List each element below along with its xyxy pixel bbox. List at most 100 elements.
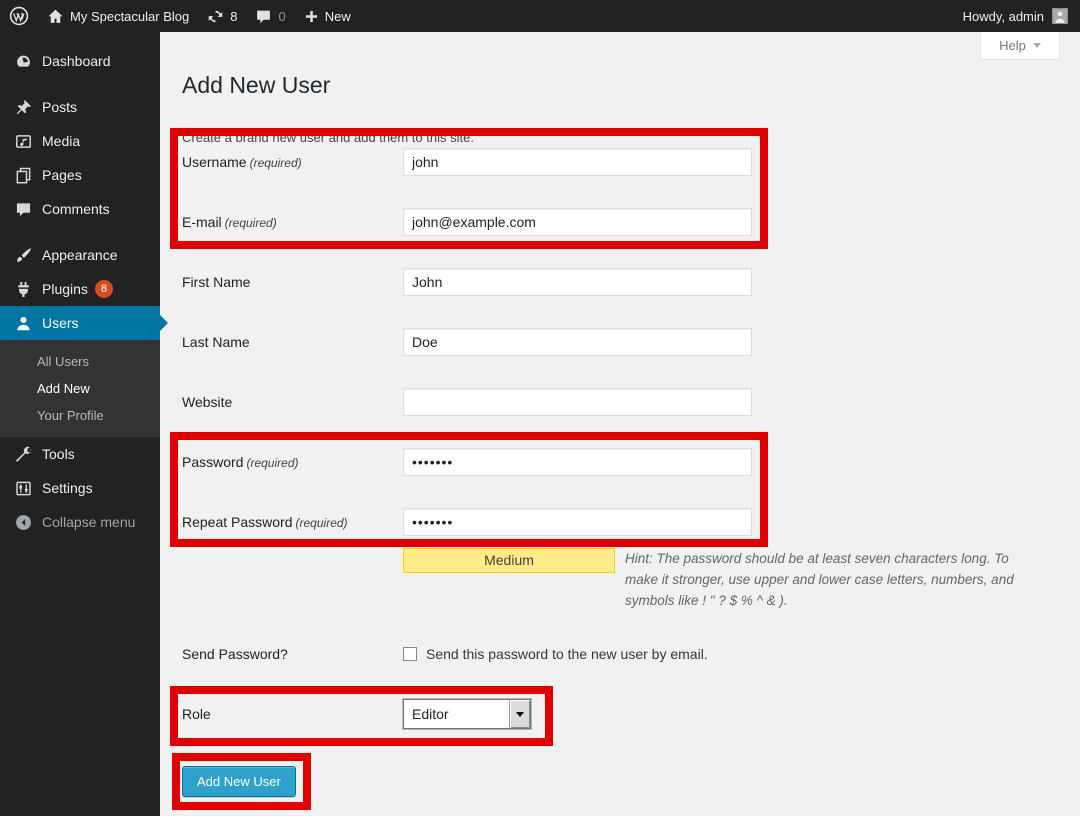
- password-label: Password(required): [182, 454, 403, 470]
- form-row-last-name: Last Name: [182, 312, 1030, 372]
- comment-bubble-icon: [255, 8, 272, 25]
- home-icon: [47, 8, 64, 25]
- my-account-menu[interactable]: Howdy, admin: [954, 0, 1044, 32]
- collapse-menu-button[interactable]: Collapse menu: [0, 505, 160, 539]
- collapse-arrow-icon: [13, 514, 33, 531]
- role-selected-value: Editor: [404, 706, 509, 722]
- repeat-password-field[interactable]: [403, 508, 752, 536]
- form-row-first-name: First Name: [182, 252, 1030, 312]
- role-select-arrow-button[interactable]: [509, 700, 530, 728]
- chevron-down-icon: [516, 712, 524, 717]
- send-password-label: Send Password?: [182, 646, 403, 662]
- sidebar-label: Settings: [42, 480, 93, 496]
- sidebar-label: Comments: [42, 201, 110, 217]
- plus-icon: [304, 9, 319, 24]
- form-row-website: Website: [182, 372, 1030, 432]
- wrench-icon: [13, 446, 33, 463]
- sidebar-item-dashboard[interactable]: Dashboard: [0, 44, 160, 78]
- help-label: Help: [999, 38, 1026, 53]
- sidebar-label: Users: [42, 315, 79, 331]
- add-user-form: Username(required) E-mail(required) Firs…: [182, 132, 1030, 797]
- dashboard-icon: [13, 53, 33, 70]
- submenu-your-profile[interactable]: Your Profile: [0, 402, 160, 429]
- page-title: Add New User: [182, 72, 330, 99]
- sidebar-label: Appearance: [42, 247, 118, 263]
- site-name-menu[interactable]: My Spectacular Blog: [38, 0, 198, 32]
- first-name-label: First Name: [182, 274, 403, 290]
- password-field[interactable]: [403, 448, 752, 476]
- plugin-update-badge: 8: [95, 280, 113, 298]
- sidebar-label: Pages: [42, 167, 82, 183]
- sidebar-item-plugins[interactable]: Plugins 8: [0, 272, 160, 306]
- admin-sidebar: Dashboard Posts Media: [0, 32, 160, 816]
- repeat-password-label: Repeat Password(required): [182, 514, 403, 530]
- main-content: Help Add New User Create a brand new use…: [160, 32, 1080, 816]
- update-icon: [207, 8, 224, 25]
- first-name-field[interactable]: [403, 268, 752, 296]
- sidebar-item-comments[interactable]: Comments: [0, 192, 160, 226]
- sidebar-label: Posts: [42, 99, 77, 115]
- media-icon: [13, 133, 33, 150]
- menu-separator: [0, 78, 160, 90]
- add-new-user-button[interactable]: Add New User: [182, 766, 296, 797]
- sidebar-item-posts[interactable]: Posts: [0, 90, 160, 124]
- pushpin-icon: [13, 99, 33, 116]
- role-label: Role: [182, 706, 403, 722]
- website-label: Website: [182, 394, 403, 410]
- username-field[interactable]: [403, 148, 752, 176]
- sidebar-item-appearance[interactable]: Appearance: [0, 238, 160, 272]
- comments-icon: [13, 201, 33, 218]
- sidebar-item-pages[interactable]: Pages: [0, 158, 160, 192]
- sidebar-item-media[interactable]: Media: [0, 124, 160, 158]
- send-password-checkbox-label: Send this password to the new user by em…: [426, 646, 708, 662]
- menu-separator: [0, 226, 160, 238]
- submenu-add-new[interactable]: Add New: [0, 375, 160, 402]
- email-label: E-mail(required): [182, 214, 403, 230]
- website-field[interactable]: [403, 388, 752, 416]
- username-label: Username(required): [182, 154, 403, 170]
- role-select[interactable]: Editor: [403, 699, 531, 729]
- wordpress-logo-icon: [9, 6, 29, 26]
- comment-count: 0: [278, 9, 285, 24]
- sidebar-item-settings[interactable]: Settings: [0, 471, 160, 505]
- sidebar-item-tools[interactable]: Tools: [0, 437, 160, 471]
- required-note: (required): [250, 156, 302, 170]
- form-row-email: E-mail(required): [182, 192, 1030, 252]
- form-row-username: Username(required): [182, 132, 1030, 192]
- paintbrush-icon: [13, 247, 33, 264]
- user-icon: [13, 315, 33, 332]
- wordpress-logo-menu[interactable]: [0, 0, 38, 32]
- users-submenu: All Users Add New Your Profile: [0, 340, 160, 437]
- required-note: (required): [246, 456, 298, 470]
- site-name: My Spectacular Blog: [70, 9, 189, 24]
- email-field[interactable]: [403, 208, 752, 236]
- last-name-field[interactable]: [403, 328, 752, 356]
- admin-bar: My Spectacular Blog 8 0 New Howdy, admin: [0, 0, 1080, 32]
- update-count: 8: [230, 9, 237, 24]
- sidebar-label: Tools: [42, 446, 75, 462]
- chevron-down-icon: [1033, 43, 1041, 48]
- form-row-password: Password(required): [182, 432, 1030, 492]
- form-row-send-password: Send Password? Send this password to the…: [182, 624, 1030, 684]
- sidebar-item-users[interactable]: Users: [0, 306, 160, 340]
- send-password-checkbox[interactable]: [403, 647, 417, 661]
- submenu-all-users[interactable]: All Users: [0, 348, 160, 375]
- help-button[interactable]: Help: [980, 32, 1060, 60]
- form-row-role: Role Editor: [182, 684, 1030, 744]
- new-label: New: [325, 9, 351, 24]
- comments-menu[interactable]: 0: [246, 0, 294, 32]
- required-note: (required): [225, 216, 277, 230]
- pages-icon: [13, 167, 33, 184]
- strength-meter-wrap: Medium: [403, 548, 625, 594]
- avatar[interactable]: [1052, 8, 1068, 24]
- updates-menu[interactable]: 8: [198, 0, 246, 32]
- settings-sliders-icon: [13, 480, 33, 497]
- new-content-menu[interactable]: New: [295, 0, 360, 32]
- password-strength-meter: Medium: [403, 548, 615, 573]
- howdy-text: Howdy, admin: [963, 9, 1044, 24]
- form-row-repeat-password: Repeat Password(required): [182, 492, 1030, 552]
- sidebar-label: Dashboard: [42, 53, 111, 69]
- strength-field: Medium Hint: The password should be at l…: [403, 548, 1030, 611]
- sidebar-label: Plugins: [42, 281, 88, 297]
- last-name-label: Last Name: [182, 334, 403, 350]
